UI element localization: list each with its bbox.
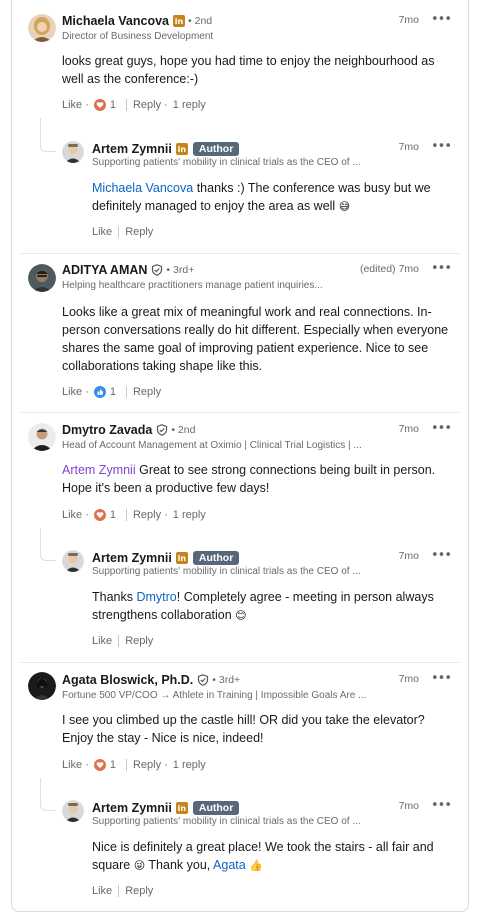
like-button[interactable]: Like (62, 99, 82, 111)
avatar[interactable] (28, 423, 56, 451)
more-options-icon[interactable]: ••• (431, 421, 452, 436)
linkedin-premium-icon: in (175, 552, 188, 564)
divider (20, 412, 460, 413)
commenter-headline: Director of Business Development (62, 31, 214, 42)
reply-button[interactable]: Reply (133, 759, 161, 771)
comment-text: I see you climbed up the castle hill! OR… (62, 713, 425, 745)
avatar[interactable] (62, 550, 84, 572)
verified-shield-icon (152, 264, 163, 276)
linkedin-premium-icon: in (173, 15, 186, 27)
mention-link[interactable]: Dmytro (136, 590, 176, 604)
comment-text: Looks like a great mix of meaningful wor… (62, 305, 449, 373)
comment-time: 7mo (398, 141, 419, 153)
like-button[interactable]: Like (62, 759, 82, 771)
connection-degree: • 3rd+ (212, 674, 241, 686)
replies-count-link[interactable]: 1 reply (173, 99, 206, 111)
reaction-count[interactable]: 1 (110, 99, 116, 111)
commenter-name[interactable]: Artem Zymnii (92, 142, 172, 156)
connection-degree: • 2nd (188, 15, 213, 27)
comment-time: 7mo (398, 673, 419, 685)
replies-count-link[interactable]: 1 reply (173, 759, 206, 771)
comment-time: 7mo (398, 14, 419, 26)
thumbs-up-emoji: 👍 (249, 859, 263, 872)
reply-button[interactable]: Reply (125, 226, 153, 238)
commenter-name[interactable]: ADITYA AMAN (62, 263, 147, 277)
reply-button[interactable]: Reply (133, 386, 161, 398)
like-button[interactable]: Like (92, 635, 112, 647)
author-badge: Author (192, 142, 240, 156)
divider (20, 662, 460, 663)
more-options-icon[interactable]: ••• (431, 671, 452, 686)
comment-time: 7mo (398, 263, 419, 275)
mention-link[interactable]: Agata (213, 858, 246, 872)
comment-time: 7mo (398, 550, 419, 562)
reply-button[interactable]: Reply (133, 509, 161, 521)
mention-link[interactable]: Michaela Vancova (92, 181, 193, 195)
comment-text: Artem Zymnii Great to see strong connect… (62, 463, 436, 495)
heart-reaction-icon[interactable] (93, 509, 106, 521)
commenter-headline: Head of Account Management at Oximio | C… (62, 440, 362, 451)
more-options-icon[interactable]: ••• (431, 261, 452, 276)
winking-tongue-emoji: 😜 (133, 859, 146, 872)
heart-reaction-icon[interactable] (93, 759, 106, 771)
edited-label: (edited) (359, 263, 396, 275)
avatar[interactable] (28, 264, 56, 292)
reply-button[interactable]: Reply (125, 635, 153, 647)
grinning-sweat-emoji: 😅 (338, 200, 351, 213)
linkedin-premium-icon: in (175, 802, 188, 814)
commenter-name[interactable]: Agata Bloswick, Ph.D. (62, 673, 193, 687)
like-button[interactable]: Like (62, 509, 82, 521)
commenter-headline: Supporting patients' mobility in clinica… (92, 566, 361, 577)
verified-shield-icon (157, 424, 168, 436)
commenter-headline: Supporting patients' mobility in clinica… (92, 816, 361, 827)
author-badge: Author (192, 551, 240, 565)
avatar[interactable] (62, 141, 84, 163)
reply-button[interactable]: Reply (133, 99, 161, 111)
commenter-name[interactable]: Dmytro Zavada (62, 423, 152, 437)
like-button[interactable]: Like (62, 386, 82, 398)
reaction-count[interactable]: 1 (110, 386, 116, 398)
avatar[interactable] (28, 672, 56, 700)
heart-reaction-icon[interactable] (93, 99, 106, 111)
avatar[interactable] (28, 14, 56, 42)
reply-text: Nice is definitely a great place! We too… (92, 840, 434, 872)
commenter-headline: Fortune 500 VP/COO → Athlete in Training… (62, 690, 367, 701)
like-reaction-icon[interactable] (93, 386, 106, 398)
linkedin-premium-icon: in (175, 143, 188, 155)
like-button[interactable]: Like (92, 226, 112, 238)
mention-link[interactable]: Artem Zymnii (62, 463, 136, 477)
divider (20, 253, 460, 254)
author-badge: Author (192, 801, 240, 815)
connection-degree: • 3rd+ (166, 264, 195, 276)
commenter-headline: Helping healthcare practitioners manage … (62, 280, 323, 291)
reaction-count[interactable]: 1 (110, 509, 116, 521)
comment-time: 7mo (398, 423, 419, 435)
smiling-emoji: 😊 (235, 609, 247, 622)
like-button[interactable]: Like (92, 885, 112, 897)
more-options-icon[interactable]: ••• (431, 12, 452, 27)
commenter-headline: Supporting patients' mobility in clinica… (92, 157, 361, 168)
more-options-icon[interactable]: ••• (431, 139, 452, 154)
avatar[interactable] (62, 800, 84, 822)
connection-degree: • 2nd (171, 424, 196, 436)
reaction-count[interactable]: 1 (110, 759, 116, 771)
reply-text: Thanks Dmytro! Completely agree - meetin… (92, 590, 434, 622)
commenter-name[interactable]: Artem Zymnii (92, 551, 172, 565)
replies-count-link[interactable]: 1 reply (173, 509, 206, 521)
verified-shield-icon (198, 674, 209, 686)
reply-text: Michaela Vancova thanks :) The conferenc… (92, 181, 431, 213)
reply-button[interactable]: Reply (125, 885, 153, 897)
commenter-name[interactable]: Artem Zymnii (92, 801, 172, 815)
commenter-name[interactable]: Michaela Vancova (62, 14, 169, 28)
more-options-icon[interactable]: ••• (431, 548, 452, 563)
comment-text: looks great guys, hope you had time to e… (62, 54, 435, 86)
comments-card (11, 0, 469, 912)
comment-time: 7mo (398, 800, 419, 812)
more-options-icon[interactable]: ••• (431, 798, 452, 813)
